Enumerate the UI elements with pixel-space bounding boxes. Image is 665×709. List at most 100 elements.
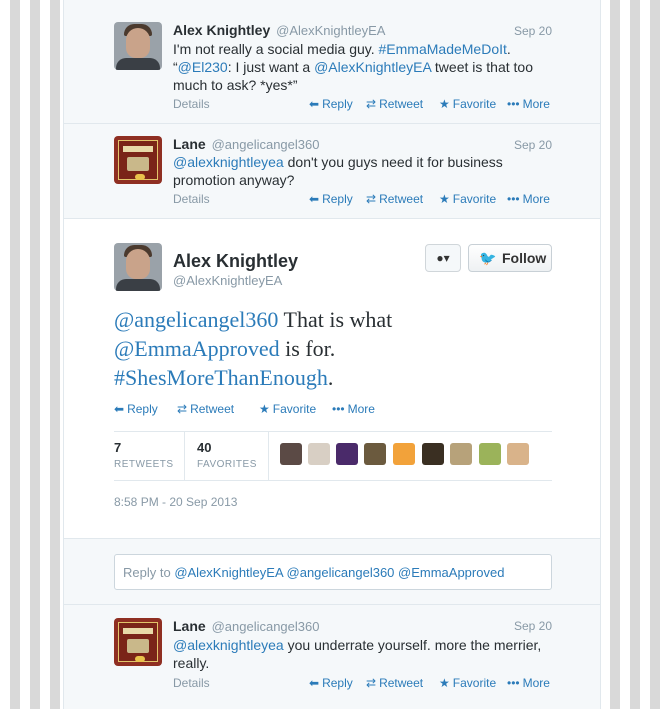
favorite-label: Favorite <box>452 97 497 111</box>
tweet-text: I'm not really a social media guy. #Emma… <box>173 40 563 94</box>
more-button[interactable]: ••• More <box>507 192 550 206</box>
avatar[interactable] <box>479 443 501 465</box>
retweet-label: Retweet <box>379 97 424 111</box>
retweet-icon: ⇄ <box>366 192 377 206</box>
tweet-timestamp[interactable]: 8:58 PM - 20 Sep 2013 <box>114 495 237 509</box>
tweet-text: @angelicangel360 That is what @EmmaAppro… <box>114 305 554 392</box>
hashtag-link[interactable]: #EmmaMadeMeDoIt <box>379 41 507 57</box>
star-icon: ★ <box>259 402 270 416</box>
avatar[interactable] <box>114 22 162 70</box>
tweet-author[interactable]: Lane @angelicangel360 <box>173 618 319 634</box>
retweet-button[interactable]: ⇄ Retweet <box>366 192 423 206</box>
avatar[interactable] <box>308 443 330 465</box>
more-button[interactable]: ••• More <box>507 676 550 690</box>
retweet-button[interactable]: ⇄ Retweet <box>366 676 423 690</box>
tweet-text: @alexknightleyea you underrate yourself.… <box>173 636 558 672</box>
more-dots-icon: ••• <box>507 676 520 690</box>
tweet-item[interactable]: Lane @angelicangel360 Sep 20 @alexknight… <box>64 605 600 709</box>
tweet-author-handle[interactable]: @AlexKnightleyEA <box>173 273 282 288</box>
tweet-item[interactable]: Alex Knightley @AlexKnightleyEA Sep 20 I… <box>64 0 600 124</box>
avatar[interactable] <box>507 443 529 465</box>
tweet-item[interactable]: Lane @angelicangel360 Sep 20 @alexknight… <box>64 124 600 219</box>
tweet-text-part: is for. <box>279 336 336 361</box>
star-icon: ★ <box>439 676 450 690</box>
tweet-date[interactable]: Sep 20 <box>514 138 552 152</box>
expanded-tweet: Alex Knightley @AlexKnightleyEA ●▾ 🐦 Fol… <box>64 219 600 539</box>
twitter-bird-icon: 🐦 <box>479 250 497 266</box>
tweet-text-part: . <box>327 365 334 390</box>
tweet-author-name[interactable]: Alex Knightley <box>173 22 270 38</box>
follow-button[interactable]: 🐦 Follow <box>468 244 552 272</box>
retweet-button[interactable]: ⇄ Retweet <box>177 402 234 416</box>
retweet-icon: ⇄ <box>366 676 377 690</box>
reply-mentions: @AlexKnightleyEA @angelicangel360 @EmmaA… <box>174 565 505 580</box>
favorite-button[interactable]: ★ Favorite <box>439 97 496 111</box>
favorites-stat[interactable]: 40 FAVORITES <box>197 440 257 470</box>
star-icon: ★ <box>439 97 450 111</box>
more-button[interactable]: ••• More <box>332 402 375 416</box>
details-link[interactable]: Details <box>173 676 210 690</box>
reply-arrow-icon: ⬅ <box>309 97 320 111</box>
avatar[interactable] <box>393 443 415 465</box>
retweet-label: Retweet <box>190 402 235 416</box>
details-link[interactable]: Details <box>173 192 210 206</box>
retweet-button[interactable]: ⇄ Retweet <box>366 97 423 111</box>
tweet-author-handle[interactable]: @angelicangel360 <box>212 619 320 634</box>
mention-link[interactable]: @El230 <box>178 59 228 75</box>
avatar[interactable] <box>114 243 162 291</box>
reply-input[interactable]: Reply to @AlexKnightleyEA @angelicangel3… <box>114 554 552 590</box>
reply-button[interactable]: ⬅ Reply <box>309 97 353 111</box>
more-label: More <box>347 402 375 416</box>
avatar[interactable] <box>280 443 302 465</box>
favorite-label: Favorite <box>452 192 497 206</box>
tweet-stats: 7 RETWEETS 40 FAVORITES <box>114 431 552 481</box>
retweet-icon: ⇄ <box>177 402 188 416</box>
reply-label: Reply <box>322 97 353 111</box>
favorites-label: FAVORITES <box>197 459 257 470</box>
tweet-author-name[interactable]: Lane <box>173 618 206 634</box>
reply-prefix: Reply to <box>123 565 175 580</box>
reply-button[interactable]: ⬅ Reply <box>114 402 158 416</box>
favorite-button[interactable]: ★ Favorite <box>439 676 496 690</box>
details-link[interactable]: Details <box>173 97 210 111</box>
favorite-button[interactable]: ★ Favorite <box>439 192 496 206</box>
stat-divider <box>268 432 269 480</box>
mention-link[interactable]: @alexknightleyea <box>173 637 284 653</box>
tweet-author-name[interactable]: Lane <box>173 136 206 152</box>
tweet-date[interactable]: Sep 20 <box>514 619 552 633</box>
retweets-stat[interactable]: 7 RETWEETS <box>114 440 174 470</box>
tweet-author[interactable]: Alex Knightley @AlexKnightleyEA <box>173 22 385 38</box>
favorite-button[interactable]: ★ Favorite <box>259 402 316 416</box>
reply-button[interactable]: ⬅ Reply <box>309 676 353 690</box>
tweet-author[interactable]: Lane @angelicangel360 <box>173 136 319 152</box>
tweet-date[interactable]: Sep 20 <box>514 24 552 38</box>
avatar[interactable] <box>364 443 386 465</box>
more-label: More <box>522 676 550 690</box>
tweet-text-part: That is what <box>278 307 393 332</box>
avatar[interactable] <box>114 136 162 184</box>
avatar[interactable] <box>422 443 444 465</box>
avatar[interactable] <box>336 443 358 465</box>
reply-button[interactable]: ⬅ Reply <box>309 192 353 206</box>
reply-arrow-icon: ⬅ <box>114 402 125 416</box>
reply-label: Reply <box>127 402 158 416</box>
tweet-author-name[interactable]: Alex Knightley <box>173 251 298 272</box>
tweet-author-handle[interactable]: @angelicangel360 <box>212 137 320 152</box>
avatar[interactable] <box>450 443 472 465</box>
mention-link[interactable]: @AlexKnightleyEA <box>314 59 431 75</box>
mention-link[interactable]: @EmmaApproved <box>114 336 280 361</box>
mention-link[interactable]: @alexknightleyea <box>173 154 284 170</box>
favorite-label: Favorite <box>272 402 317 416</box>
more-dots-icon: ••• <box>507 192 520 206</box>
mention-link[interactable]: @angelicangel360 <box>114 307 278 332</box>
star-icon: ★ <box>439 192 450 206</box>
retweet-label: Retweet <box>379 676 424 690</box>
more-label: More <box>522 192 550 206</box>
retweet-icon: ⇄ <box>366 97 377 111</box>
more-button[interactable]: ••• More <box>507 97 550 111</box>
hashtag-link[interactable]: #ShesMoreThanEnough <box>114 365 328 390</box>
tweet-actions: Details ⬅ Reply ⇄ Retweet ★ Favorite ••• Mor… <box>64 97 600 113</box>
avatar[interactable] <box>114 618 162 666</box>
user-actions-button[interactable]: ●▾ <box>425 244 461 272</box>
tweet-author-handle[interactable]: @AlexKnightleyEA <box>276 23 385 38</box>
